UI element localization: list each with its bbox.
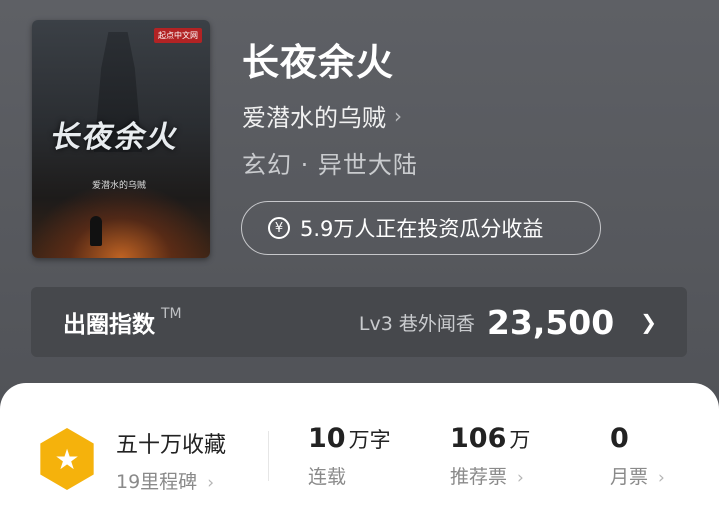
cover-author: 爱潜水的乌贼 bbox=[92, 181, 147, 191]
milestone-badge[interactable]: ★ bbox=[40, 428, 94, 490]
stats-panel: ★ 五十万收藏 19里程碑 › 10 万字 连载 106 万 推荐票 › 0 月票 › bbox=[0, 383, 719, 523]
cover-publisher-logo: 起点中文网 bbox=[154, 28, 202, 43]
cover-title: 长夜余火 bbox=[48, 120, 183, 155]
milestone-subtitle: 19里程碑 bbox=[116, 471, 198, 493]
stat-unit: 万字 bbox=[348, 428, 391, 452]
recommend-votes-stat[interactable]: 106 万 推荐票 › bbox=[450, 423, 530, 489]
yen-icon: ¥ bbox=[268, 217, 290, 239]
chevron-right-icon: › bbox=[658, 468, 665, 488]
book-cover[interactable]: 起点中文网 长夜余火 爱潜水的乌贼 bbox=[32, 20, 210, 258]
index-score: 23,500 bbox=[486, 302, 615, 342]
author-link[interactable]: 爱潜水的乌贼 › bbox=[242, 98, 402, 133]
milestone-link[interactable]: 19里程碑 › bbox=[116, 467, 214, 494]
invest-button[interactable]: ¥ 5.9万人正在投资瓜分收益 bbox=[241, 201, 601, 255]
divider bbox=[268, 431, 269, 481]
chevron-right-icon: › bbox=[394, 103, 402, 128]
stat-unit: 万 bbox=[509, 428, 531, 452]
word-count-stat: 10 万字 连载 bbox=[308, 423, 391, 489]
stat-label: 推荐票 bbox=[450, 466, 508, 488]
chevron-right-icon: › bbox=[517, 468, 524, 488]
index-value-group: Lv3 巷外闻香 23,500 ❯ bbox=[359, 303, 657, 342]
book-title: 长夜余火 bbox=[242, 41, 394, 84]
chevron-right-icon: › bbox=[207, 473, 214, 493]
stat-value: 0 bbox=[610, 423, 629, 454]
trademark-mark: TM bbox=[161, 306, 182, 322]
book-genre[interactable]: 玄幻 · 异世大陆 bbox=[242, 145, 418, 180]
cover-figure bbox=[90, 216, 102, 246]
star-icon: ★ bbox=[54, 442, 80, 476]
invest-label: 5.9万人正在投资瓜分收益 bbox=[300, 217, 544, 241]
cover-fire-glow bbox=[32, 188, 210, 258]
index-title: 出圈指数 bbox=[63, 312, 155, 338]
stat-value: 106 bbox=[450, 423, 507, 454]
author-name: 爱潜水的乌贼 bbox=[242, 104, 386, 132]
popularity-index-bar[interactable]: 出圈指数 TM Lv3 巷外闻香 23,500 ❯ bbox=[31, 287, 687, 357]
chevron-right-icon: ❯ bbox=[640, 310, 657, 334]
index-level: Lv3 巷外闻香 bbox=[358, 312, 475, 335]
stat-label: 月票 bbox=[610, 466, 649, 488]
stat-value: 10 bbox=[308, 423, 346, 454]
milestone-title[interactable]: 五十万收藏 bbox=[116, 427, 226, 459]
stat-label: 连载 bbox=[308, 466, 347, 488]
monthly-votes-stat[interactable]: 0 月票 › bbox=[610, 423, 665, 489]
